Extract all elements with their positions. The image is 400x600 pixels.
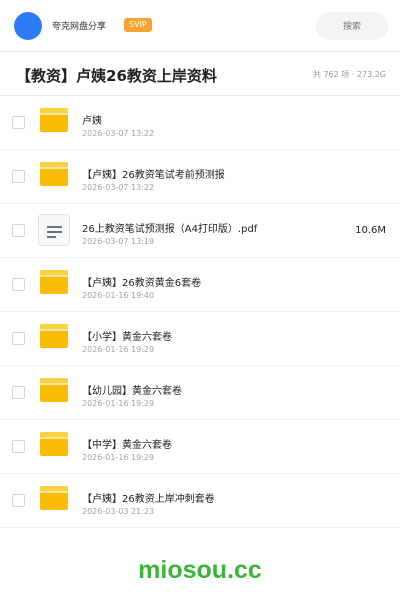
select-checkbox[interactable] bbox=[12, 332, 25, 345]
svip-badge: SVIP bbox=[124, 18, 152, 32]
select-checkbox[interactable] bbox=[12, 278, 25, 291]
site-watermark: miosou.cc bbox=[138, 556, 262, 584]
list-item[interactable]: 【卢姨】26教资上岸冲刺套卷 2026-03-03 21:23 bbox=[0, 474, 400, 528]
file-name: 【卢姨】26教资上岸冲刺套卷 bbox=[82, 494, 215, 505]
select-checkbox[interactable] bbox=[12, 224, 25, 237]
avatar[interactable] bbox=[14, 12, 42, 40]
select-checkbox[interactable] bbox=[12, 170, 25, 183]
share-header: 夸克网盘分享 SVIP bbox=[0, 0, 400, 52]
select-checkbox[interactable] bbox=[12, 440, 25, 453]
file-date: 2026-03-03 21:23 bbox=[82, 507, 155, 516]
file-name: 【小学】黄金六套卷 bbox=[82, 332, 172, 343]
list-item[interactable]: 【小学】黄金六套卷 2026-01-16 19:29 bbox=[0, 312, 400, 366]
file-date: 2026-03-07 13:22 bbox=[82, 129, 155, 138]
list-item[interactable]: 【卢姨】26教资黄金6套卷 2026-01-16 19:40 bbox=[0, 258, 400, 312]
page-title: 【教资】卢姨26教资上岸资料 bbox=[16, 67, 217, 85]
select-checkbox[interactable] bbox=[12, 116, 25, 129]
folder-title-bar: 【教资】卢姨26教资上岸资料 共 762 项 · 273.2G bbox=[0, 52, 400, 96]
file-name: 卢姨 bbox=[82, 116, 102, 127]
file-date: 2026-03-07 13:22 bbox=[82, 183, 155, 192]
folder-icon bbox=[40, 270, 68, 294]
file-date: 2026-01-16 19:29 bbox=[82, 399, 155, 408]
list-item[interactable]: 卢姨 2026-03-07 13:22 bbox=[0, 96, 400, 150]
select-checkbox[interactable] bbox=[12, 494, 25, 507]
file-name: 【幼儿园】黄金六套卷 bbox=[82, 386, 182, 397]
file-name: 【中学】黄金六套卷 bbox=[82, 440, 172, 451]
search-input[interactable] bbox=[316, 12, 388, 40]
folder-icon bbox=[40, 324, 68, 348]
document-icon bbox=[38, 214, 70, 246]
list-item[interactable]: 【卢姨】26教资笔试考前预测报 2026-03-07 13:22 bbox=[0, 150, 400, 204]
list-item[interactable]: 【幼儿园】黄金六套卷 2026-01-16 19:29 bbox=[0, 366, 400, 420]
file-name: 【卢姨】26教资黄金6套卷 bbox=[82, 278, 202, 289]
list-item[interactable]: 【中学】黄金六套卷 2026-01-16 19:29 bbox=[0, 420, 400, 474]
file-list: 卢姨 2026-03-07 13:22 【卢姨】26教资笔试考前预测报 2026… bbox=[0, 96, 400, 528]
file-size: 10.6M bbox=[355, 225, 386, 236]
folder-icon bbox=[40, 378, 68, 402]
folder-icon bbox=[40, 486, 68, 510]
item-summary: 共 762 项 · 273.2G bbox=[312, 70, 386, 79]
folder-icon bbox=[40, 432, 68, 456]
file-date: 2026-01-16 19:29 bbox=[82, 345, 155, 354]
file-name: 26上教资笔试预测报（A4打印版）.pdf bbox=[82, 224, 258, 235]
file-name: 【卢姨】26教资笔试考前预测报 bbox=[82, 170, 225, 181]
list-item[interactable]: 26上教资笔试预测报（A4打印版）.pdf 2026-03-07 13:19 1… bbox=[0, 204, 400, 258]
select-checkbox[interactable] bbox=[12, 386, 25, 399]
file-date: 2026-01-16 19:40 bbox=[82, 291, 155, 300]
folder-icon bbox=[40, 162, 68, 186]
share-name: 夸克网盘分享 bbox=[52, 22, 107, 32]
folder-icon bbox=[40, 108, 68, 132]
file-date: 2026-01-16 19:29 bbox=[82, 453, 155, 462]
file-date: 2026-03-07 13:19 bbox=[82, 237, 155, 246]
